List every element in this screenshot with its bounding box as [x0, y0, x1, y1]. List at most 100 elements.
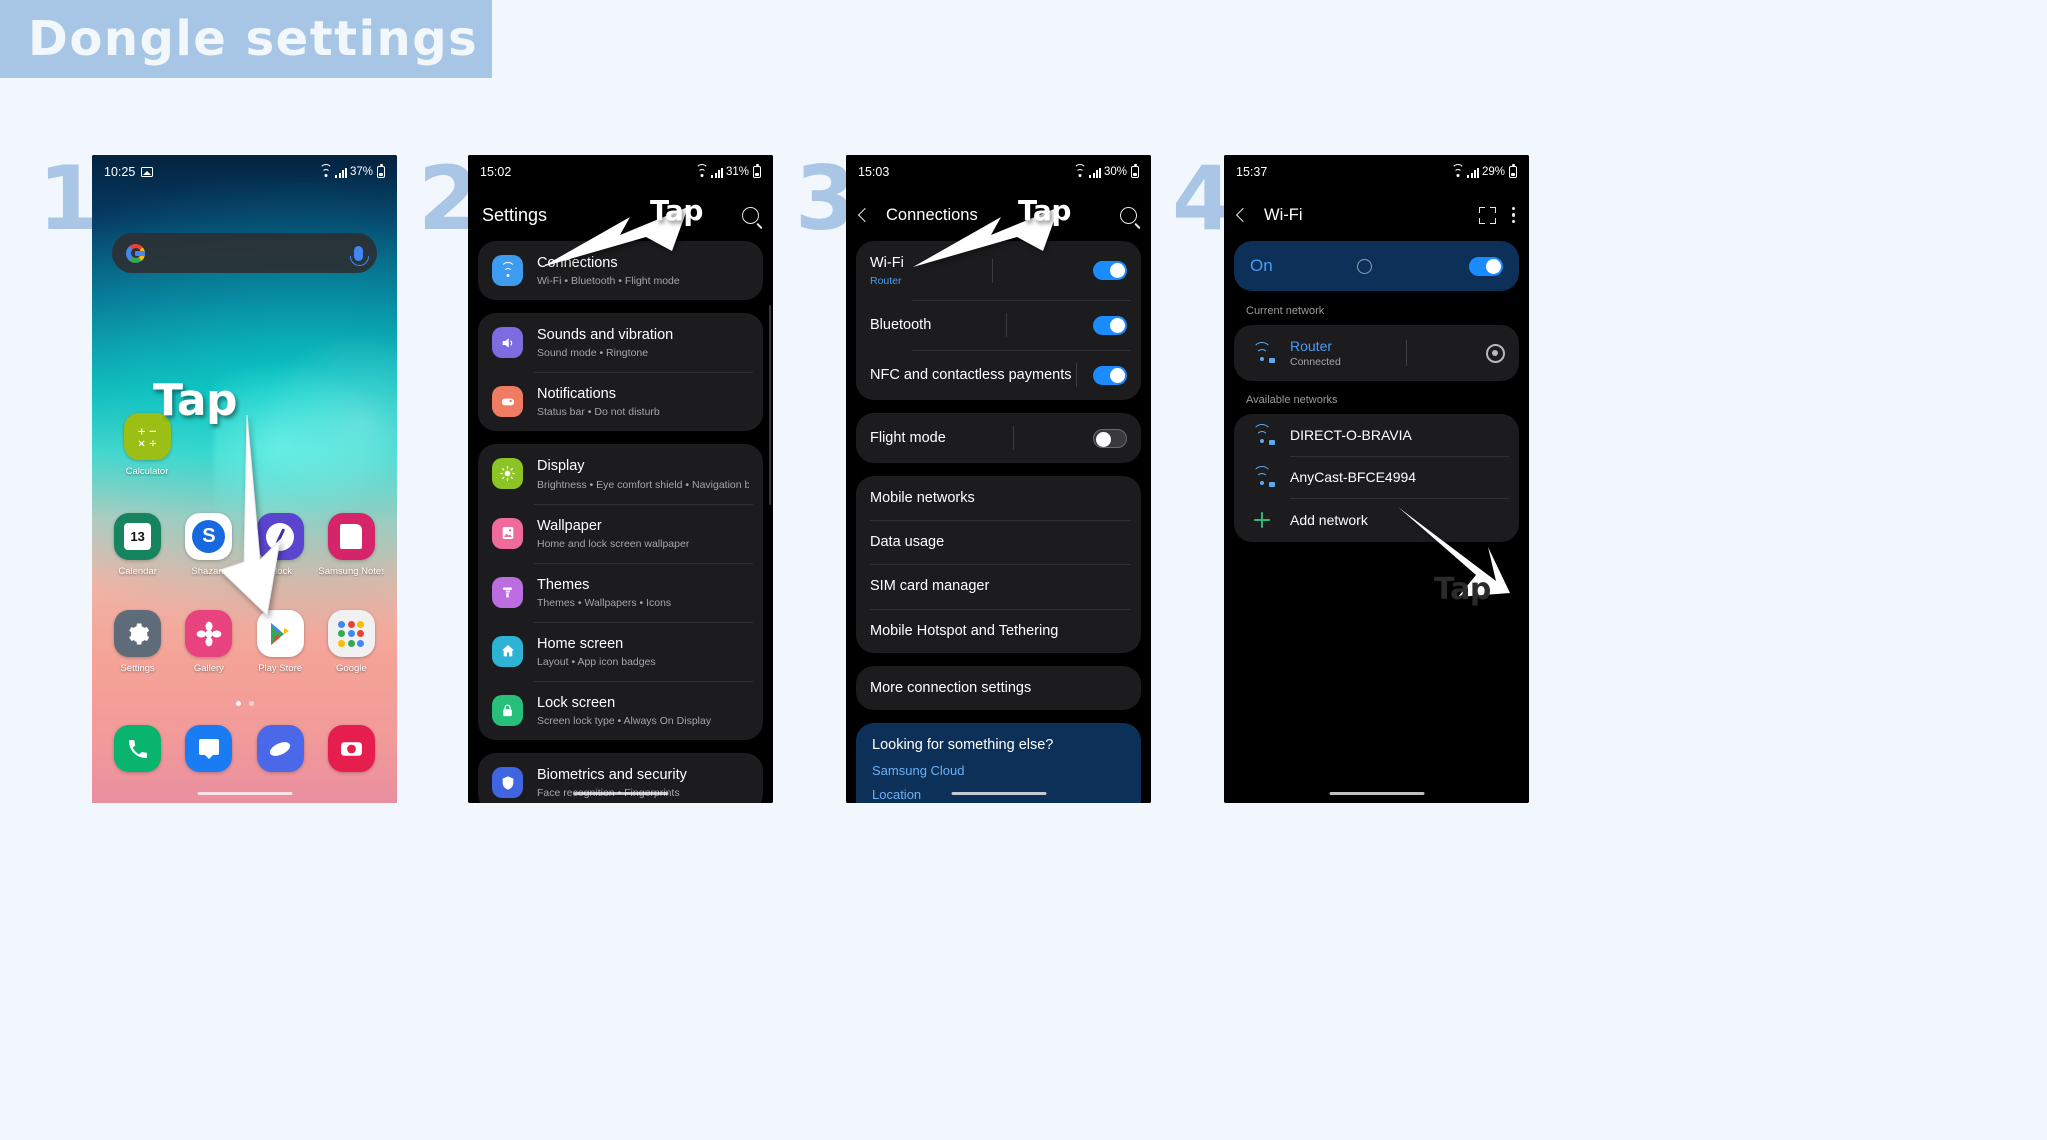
- row-nfc[interactable]: NFC and contactless payments: [856, 350, 1141, 400]
- clock-icon: [256, 513, 304, 560]
- app-calendar[interactable]: 13 Calendar: [105, 513, 171, 577]
- qr-scan-icon[interactable]: [1478, 206, 1496, 224]
- settings-header: Settings: [468, 189, 773, 241]
- settings-row-lock-screen[interactable]: Lock screen Screen lock type • Always On…: [478, 680, 763, 740]
- row-wifi[interactable]: Wi-Fi Router: [856, 241, 1141, 300]
- row-title: Sounds and vibration: [537, 327, 674, 344]
- row-title: Themes: [537, 576, 590, 593]
- app-shazam[interactable]: S Shazam: [176, 513, 242, 577]
- wifi-toggle[interactable]: [1092, 261, 1127, 281]
- connections-header: Connections: [846, 189, 1151, 241]
- title-banner: Dongle settings: [0, 0, 492, 78]
- app-row-3: Settings Gallery Play Store Google: [92, 610, 397, 674]
- status-time: 15:37: [1236, 165, 1268, 179]
- add-network-row[interactable]: Add network: [1234, 498, 1519, 542]
- signal-icon: [335, 167, 347, 178]
- back-chevron-icon[interactable]: [1235, 207, 1251, 223]
- row-subtitle: Layout • App icon badges: [537, 655, 656, 668]
- row-mobile-networks[interactable]: Mobile networks: [856, 476, 1141, 520]
- app-settings[interactable]: Settings: [105, 610, 171, 674]
- display-icon: [492, 458, 523, 490]
- settings-row-biometrics[interactable]: Biometrics and security Face recognition…: [478, 753, 763, 803]
- settings-group-display: Display Brightness • Eye comfort shield …: [478, 444, 763, 740]
- app-google-folder[interactable]: Google: [318, 610, 384, 674]
- search-icon[interactable]: [1120, 206, 1137, 224]
- link-samsung-cloud[interactable]: Samsung Cloud: [872, 763, 1125, 778]
- back-chevron-icon[interactable]: [857, 207, 873, 223]
- settings-row-notifications[interactable]: Notifications Status bar • Do not distur…: [478, 372, 763, 431]
- app-clock[interactable]: Clock: [247, 513, 313, 577]
- settings-row-connections[interactable]: Connections Wi-Fi • Bluetooth • Flight m…: [478, 241, 763, 300]
- home-page-dots: [92, 701, 397, 706]
- gear-icon[interactable]: [1485, 343, 1505, 363]
- row-subtitle: Screen lock type • Always On Display: [537, 715, 712, 727]
- page-dot[interactable]: [235, 701, 241, 706]
- settings-group-sounds-notifications: Sounds and vibration Sound mode • Ringto…: [478, 313, 763, 432]
- app-row-2: 13 Calendar S Shazam Clock Samsung Notes: [92, 513, 397, 577]
- nfc-toggle[interactable]: [1092, 365, 1127, 385]
- info-card-title: Looking for something else?: [872, 736, 1054, 753]
- header-title: Wi-Fi: [1264, 205, 1303, 224]
- page-dot[interactable]: [248, 701, 254, 706]
- row-title: Lock screen: [537, 694, 616, 711]
- signal-icon: [1467, 167, 1479, 178]
- row-title: Mobile Hotspot and Tethering: [870, 622, 1059, 639]
- flight-mode-toggle[interactable]: [1092, 428, 1127, 448]
- app-gallery[interactable]: Gallery: [176, 610, 242, 674]
- app-messages[interactable]: Messages: [176, 725, 242, 789]
- google-search-bar[interactable]: [112, 233, 377, 273]
- settings-row-home-screen[interactable]: Home screen Layout • App icon badges: [478, 621, 763, 681]
- scrollbar-thumb[interactable]: [768, 305, 771, 505]
- app-label: Play Store: [258, 663, 303, 674]
- current-network-row[interactable]: Router Connected: [1234, 325, 1519, 381]
- app-internet[interactable]: Internet: [247, 725, 313, 789]
- network-row-anycast[interactable]: AnyCast-BFCE4994: [1234, 456, 1519, 498]
- row-title: More connection settings: [870, 679, 1032, 696]
- connections-screen: 15:03 30% Connections Wi-Fi Router Bluet…: [846, 155, 1151, 803]
- current-network-label: Current network: [1246, 305, 1325, 317]
- row-title: Data usage: [870, 534, 945, 551]
- wifi-power-toggle[interactable]: [1469, 256, 1503, 276]
- row-bluetooth[interactable]: Bluetooth: [856, 300, 1141, 350]
- settings-row-themes[interactable]: Themes Themes • Wallpapers • Icons: [478, 562, 763, 622]
- battery-icon: [1509, 164, 1517, 178]
- status-bar-3: 15:03 30%: [846, 155, 1151, 189]
- row-more-connection-settings[interactable]: More connection settings: [856, 666, 1141, 710]
- app-label: Clock: [268, 566, 292, 577]
- row-title: Flight mode: [870, 430, 946, 447]
- home-indicator: [573, 791, 668, 795]
- shazam-icon: S: [185, 513, 233, 560]
- wifi-power-bar[interactable]: On: [1234, 241, 1519, 291]
- home-indicator: [1329, 791, 1424, 795]
- row-data-usage[interactable]: Data usage: [856, 520, 1141, 564]
- bluetooth-toggle[interactable]: [1093, 315, 1127, 335]
- row-sim-card-manager[interactable]: SIM card manager: [856, 564, 1141, 608]
- settings-gear-icon: [114, 610, 162, 657]
- settings-row-display[interactable]: Display Brightness • Eye comfort shield …: [478, 444, 763, 503]
- app-play-store[interactable]: Play Store: [247, 610, 313, 674]
- microphone-icon[interactable]: [350, 245, 369, 266]
- row-mobile-hotspot[interactable]: Mobile Hotspot and Tethering: [856, 608, 1141, 653]
- phone-icon: [114, 725, 162, 772]
- settings-row-wallpaper[interactable]: Wallpaper Home and lock screen wallpaper: [478, 503, 763, 563]
- app-camera[interactable]: Camera: [318, 725, 384, 789]
- network-row-direct-bravia[interactable]: DIRECT-O-BRAVIA: [1234, 414, 1519, 456]
- google-folder-icon: [327, 610, 375, 657]
- kebab-menu-icon[interactable]: [1511, 207, 1515, 223]
- battery-percent: 30%: [1103, 166, 1127, 178]
- settings-row-sounds[interactable]: Sounds and vibration Sound mode • Ringto…: [478, 313, 763, 372]
- sound-icon: [492, 327, 523, 359]
- flight-mode-group: Flight mode: [856, 413, 1141, 464]
- row-subtitle: Wi-Fi • Bluetooth • Flight mode: [537, 275, 680, 288]
- app-samsung-notes[interactable]: Samsung Notes: [318, 513, 384, 577]
- wifi-power-label: On: [1250, 256, 1273, 275]
- row-flight-mode[interactable]: Flight mode: [856, 413, 1141, 463]
- app-phone[interactable]: Phone: [105, 725, 171, 789]
- home-indicator: [197, 791, 292, 795]
- search-icon[interactable]: [742, 206, 759, 224]
- wifi-icon: [1073, 164, 1087, 177]
- tap-label-1: Tap: [153, 375, 238, 426]
- internet-icon: [256, 725, 304, 772]
- settings-group-connections: Connections Wi-Fi • Bluetooth • Flight m…: [478, 241, 763, 301]
- battery-icon: [1131, 164, 1139, 178]
